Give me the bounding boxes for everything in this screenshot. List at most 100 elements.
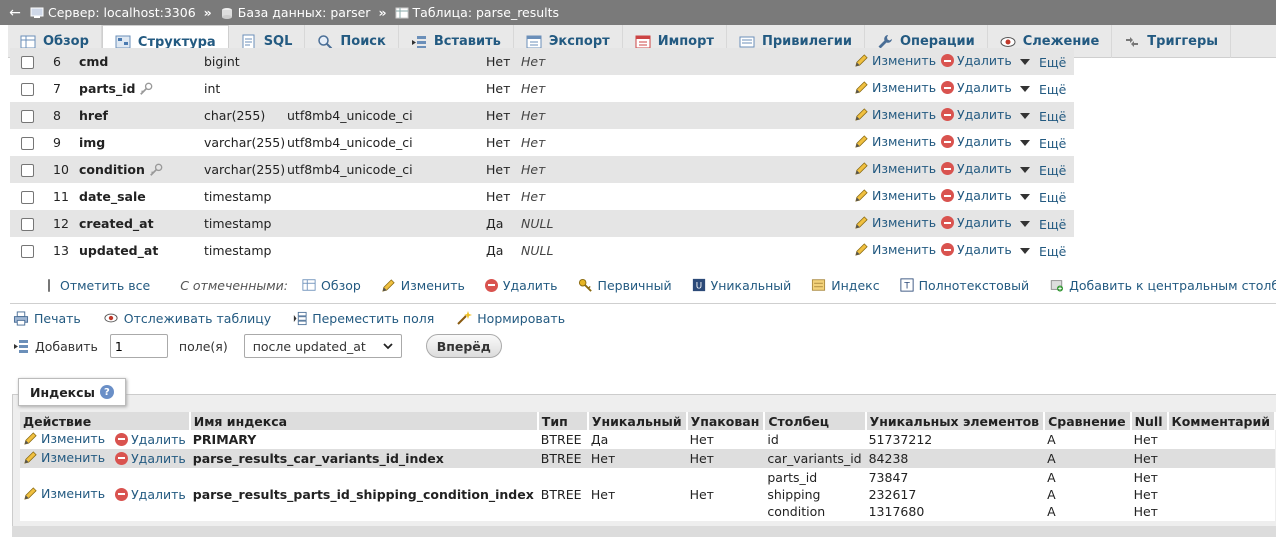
edit-link[interactable]: Изменить (854, 188, 936, 203)
row-checkbox[interactable] (21, 137, 34, 150)
index-edit-link[interactable]: Изменить (23, 450, 105, 465)
index-edit-link[interactable]: Изменить (23, 431, 105, 446)
back-arrow-icon[interactable]: ← (0, 5, 30, 21)
help-icon[interactable]: ? (99, 385, 114, 399)
row-checkbox[interactable] (21, 83, 34, 96)
edit-link[interactable]: Изменить (854, 80, 936, 95)
edit-link[interactable]: Изменить (854, 53, 936, 68)
index-delete-link[interactable]: Удалить (115, 432, 186, 447)
index-header: Упакован (686, 412, 766, 430)
more-dropdown[interactable]: Ещё (1020, 163, 1066, 178)
edit-link[interactable]: Изменить (854, 161, 936, 176)
fields-label: поле(я) (178, 338, 228, 354)
more-label: Ещё (1039, 189, 1067, 205)
pencil-icon (855, 188, 868, 202)
index-part-null: Нет (1133, 432, 1158, 447)
index-part-null: Нет (1133, 487, 1158, 502)
delete-link[interactable]: Удалить (941, 161, 1012, 176)
more-dropdown[interactable]: Ещё (1020, 109, 1066, 124)
track-table-link[interactable]: Отслеживать таблицу (103, 311, 271, 326)
index-header: Уникальных элементов (865, 412, 1046, 430)
normalize-link[interactable]: Нормировать (456, 310, 565, 326)
table-row: 7 parts_id int Нет Нет Изменить Удалить Ещё (10, 75, 1074, 102)
row-checkbox[interactable] (21, 218, 34, 231)
column-type: char(255) (204, 108, 266, 123)
move-columns-link[interactable]: Переместить поля (293, 311, 434, 326)
check-all-checkbox[interactable] (48, 278, 50, 292)
position-select[interactable]: после updated_at (243, 334, 402, 358)
more-dropdown[interactable]: Ещё (1020, 55, 1066, 70)
row-checkbox[interactable] (21, 56, 34, 69)
more-dropdown[interactable]: Ещё (1020, 136, 1066, 151)
delete-link[interactable]: Удалить (941, 242, 1012, 257)
column-type: timestamp (204, 216, 272, 231)
breadcrumb-table[interactable]: Таблица: parse_results (413, 5, 560, 20)
delete-icon (484, 278, 498, 292)
edit-link[interactable]: Изменить (854, 215, 936, 230)
bulk-actions-bar: Отметить все С отмеченными: Обзор Измени… (10, 272, 1276, 298)
row-checkbox[interactable] (21, 110, 34, 123)
print-label: Печать (34, 310, 81, 326)
column-collation (287, 75, 486, 102)
delete-link[interactable]: Удалить (941, 107, 1012, 122)
breadcrumb-server[interactable]: Сервер: localhost:3306 (48, 5, 196, 20)
go-button[interactable]: Вперёд (425, 334, 502, 358)
column-null: Да (486, 216, 504, 231)
delete-link[interactable]: Удалить (941, 188, 1012, 203)
pencil-icon (855, 242, 868, 256)
table-row: 10 condition varchar(255) utf8mb4_unicode_c… (10, 156, 1074, 183)
bulk-browse-button[interactable]: Обзор (302, 278, 361, 293)
indexes-legend-label: Индексы (30, 384, 95, 400)
breadcrumb-database[interactable]: База данных: parser (238, 5, 371, 20)
print-link[interactable]: Печать (13, 311, 81, 326)
column-type: varchar(255) (204, 162, 286, 177)
bulk-edit-button[interactable]: Изменить (381, 278, 465, 293)
edit-link[interactable]: Изменить (854, 134, 936, 149)
index-edit-label: Изменить (41, 449, 106, 465)
delete-link[interactable]: Удалить (941, 134, 1012, 149)
fulltext-icon: T (900, 278, 914, 292)
index-delete-link[interactable]: Удалить (115, 451, 186, 466)
tab-triggers[interactable]: Триггеры (1112, 25, 1232, 58)
index-row: Изменить Удалить parse_results_parts_id_sh… (20, 468, 1275, 521)
delete-link[interactable]: Удалить (941, 80, 1012, 95)
index-key-icon[interactable] (138, 82, 154, 96)
delete-label: Удалить (957, 215, 1012, 230)
edit-link[interactable]: Изменить (854, 242, 936, 257)
index-edit-label: Изменить (41, 485, 106, 501)
row-checkbox[interactable] (21, 164, 34, 177)
breadcrumb-separator: » (203, 5, 212, 20)
edit-link[interactable]: Изменить (854, 107, 936, 122)
more-dropdown[interactable]: Ещё (1020, 82, 1066, 97)
delete-link[interactable]: Удалить (941, 53, 1012, 68)
index-edit-link[interactable]: Изменить (23, 486, 105, 501)
row-checkbox[interactable] (21, 191, 34, 204)
more-dropdown[interactable]: Ещё (1020, 190, 1066, 205)
bulk-fulltext-button[interactable]: T Полнотекстовый (900, 278, 1029, 293)
column-number: 10 (53, 162, 69, 177)
bulk-unique-button[interactable]: U Уникальный (692, 278, 791, 293)
column-number: 6 (53, 54, 61, 69)
tab-label: Вставить (433, 34, 501, 49)
more-label: Ещё (1039, 243, 1067, 259)
delete-link[interactable]: Удалить (941, 215, 1012, 230)
tab-label: Экспорт (548, 34, 610, 49)
column-null: Нет (486, 135, 511, 150)
more-dropdown[interactable]: Ещё (1020, 217, 1066, 232)
more-label: Ещё (1039, 162, 1067, 178)
more-dropdown[interactable]: Ещё (1020, 244, 1066, 259)
bulk-delete-button[interactable]: Удалить (484, 278, 558, 293)
column-number: 9 (53, 135, 61, 150)
add-count-input[interactable] (109, 334, 168, 358)
index-key-icon[interactable] (148, 163, 164, 177)
check-all-label[interactable]: Отметить все (60, 278, 150, 293)
row-checkbox[interactable] (21, 245, 34, 258)
bulk-primary-button[interactable]: Первичный (578, 278, 672, 293)
index-delete-link[interactable]: Удалить (115, 487, 186, 502)
bulk-index-button[interactable]: Индекс (811, 278, 880, 293)
index-part-column: shipping (767, 487, 821, 502)
column-name: condition (79, 161, 145, 177)
column-name: href (79, 108, 108, 123)
bulk-add-central-button[interactable]: Добавить к центральным столбцам (1049, 278, 1276, 293)
move-columns-label: Переместить поля (312, 310, 435, 326)
